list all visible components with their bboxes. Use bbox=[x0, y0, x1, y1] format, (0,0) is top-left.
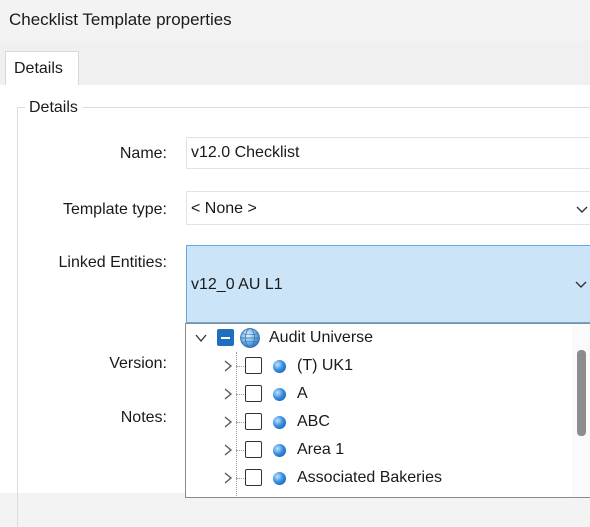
linked-entities-dropdown-tree: Audit Universe (T) UK1 A ABC Area 1 Asso… bbox=[185, 323, 590, 498]
tree-item-label: ABC bbox=[297, 413, 330, 430]
tree-item-checkbox[interactable] bbox=[245, 469, 262, 486]
tree-root-audit-universe[interactable]: Audit Universe bbox=[186, 324, 566, 352]
tab-details[interactable]: Details bbox=[5, 51, 79, 85]
entity-dot-icon bbox=[273, 472, 286, 485]
expand-chevron-icon[interactable] bbox=[222, 388, 234, 400]
template-type-select[interactable]: < None > bbox=[186, 191, 590, 225]
version-label: Version: bbox=[109, 355, 167, 372]
tree-item-label: (T) UK1 bbox=[297, 357, 353, 374]
linked-entities-select[interactable]: v12_0 AU L1 bbox=[186, 245, 590, 323]
linked-entities-label: Linked Entities: bbox=[58, 254, 167, 271]
tree-item-label: A bbox=[297, 385, 308, 402]
tree-item[interactable]: Area 1 bbox=[186, 436, 566, 464]
expand-chevron-icon[interactable] bbox=[222, 416, 234, 428]
tree-item[interactable]: Associated Bakeries bbox=[186, 464, 566, 492]
window-title: Checklist Template properties bbox=[9, 10, 232, 29]
chevron-down-icon[interactable] bbox=[574, 279, 588, 289]
details-panel: Details Name: v12.0 Checklist Template t… bbox=[0, 85, 590, 527]
tree-item-checkbox[interactable] bbox=[245, 385, 262, 402]
name-field-value: v12.0 Checklist bbox=[191, 144, 300, 161]
entity-dot-icon bbox=[273, 388, 286, 401]
template-type-value: < None > bbox=[191, 200, 257, 217]
collapse-chevron-icon[interactable] bbox=[195, 332, 207, 344]
entity-dot-icon bbox=[273, 444, 286, 457]
tab-strip: Details bbox=[0, 41, 590, 86]
chevron-down-icon[interactable] bbox=[575, 204, 589, 214]
expand-chevron-icon[interactable] bbox=[222, 360, 234, 372]
group-legend: Details bbox=[25, 99, 82, 117]
tree-item-label: Associated Bakeries bbox=[297, 469, 442, 486]
tree-root-label: Audit Universe bbox=[269, 329, 374, 346]
tree-item[interactable]: (T) UK1 bbox=[186, 352, 566, 380]
tree-scrollbar-thumb[interactable] bbox=[577, 350, 586, 436]
entity-dot-icon bbox=[273, 360, 286, 373]
linked-entities-value: v12_0 AU L1 bbox=[191, 276, 283, 293]
tree-item-checkbox[interactable] bbox=[245, 441, 262, 458]
name-label: Name: bbox=[119, 145, 167, 162]
tree-checkbox-indeterminate[interactable] bbox=[217, 329, 234, 346]
tree-item[interactable]: ABC bbox=[186, 408, 566, 436]
notes-label: Notes: bbox=[120, 409, 167, 426]
entity-dot-icon bbox=[273, 416, 286, 429]
tree-item-checkbox[interactable] bbox=[245, 357, 262, 374]
tab-details-label: Details bbox=[14, 60, 63, 77]
globe-icon bbox=[240, 328, 260, 348]
expand-chevron-icon[interactable] bbox=[222, 472, 234, 484]
template-type-label: Template type: bbox=[62, 201, 167, 218]
tree-item-checkbox[interactable] bbox=[245, 413, 262, 430]
title-bar: Checklist Template properties bbox=[0, 0, 590, 41]
name-field[interactable]: v12.0 Checklist bbox=[186, 137, 590, 169]
tree-item[interactable]: A bbox=[186, 380, 566, 408]
expand-chevron-icon[interactable] bbox=[222, 444, 234, 456]
tree-item-label: Area 1 bbox=[297, 441, 345, 458]
